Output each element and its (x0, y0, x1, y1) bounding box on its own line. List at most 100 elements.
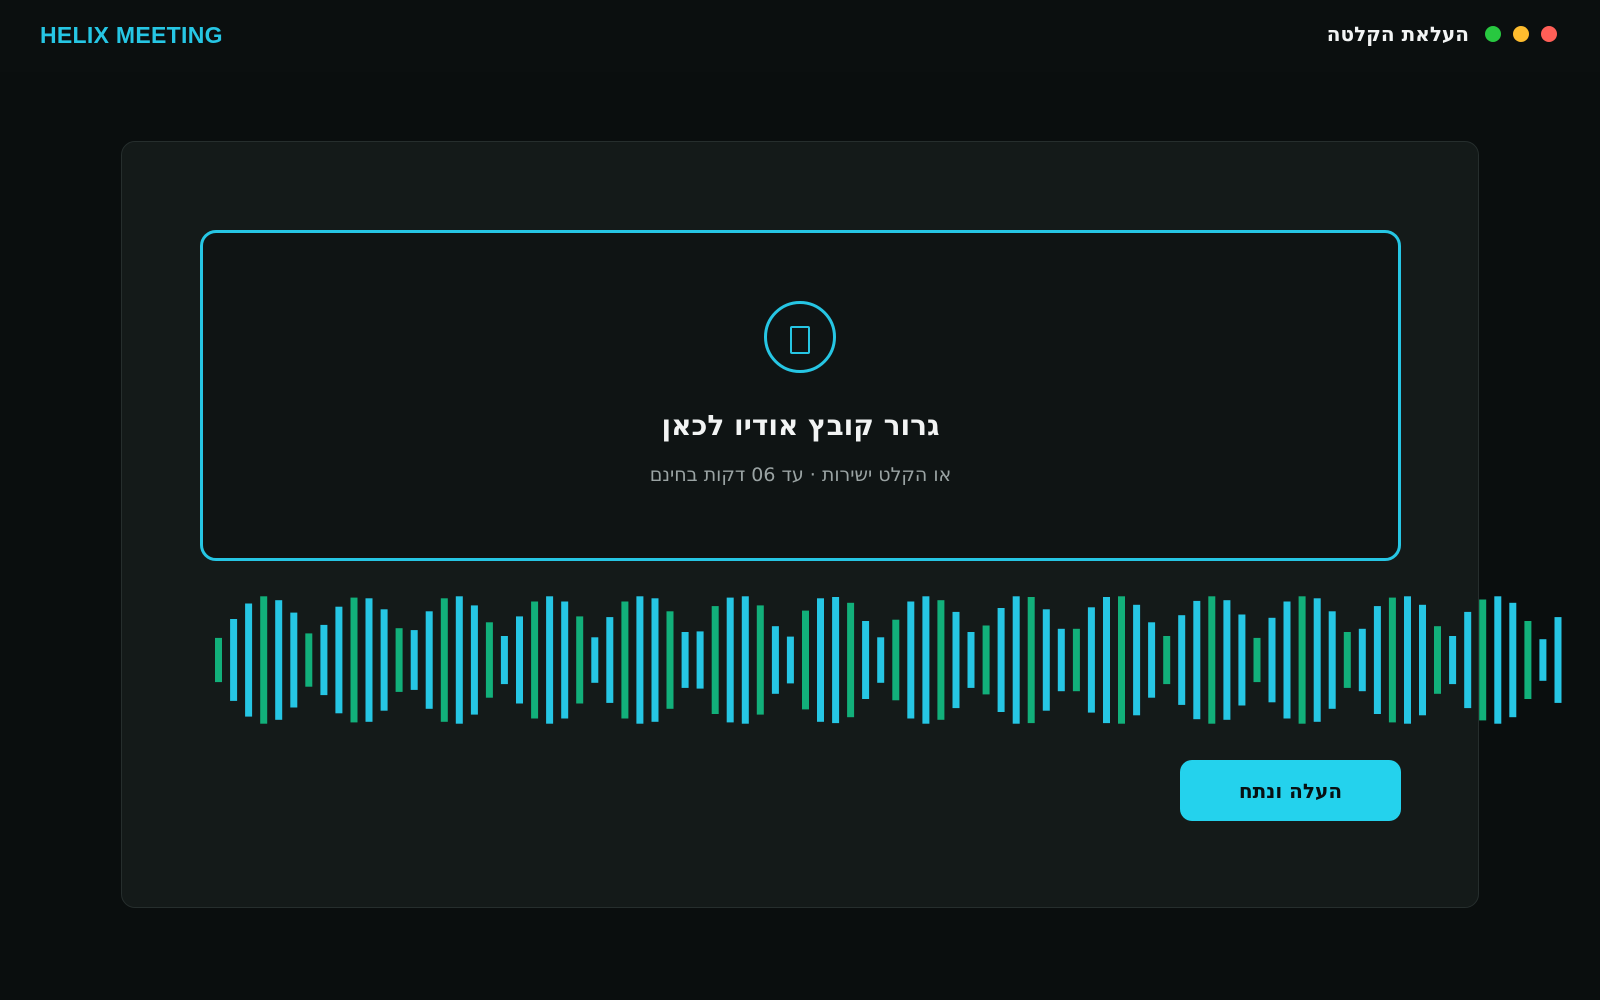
waveform-bar (531, 601, 539, 719)
waveform-bar (1554, 617, 1562, 703)
file-glyph-icon (790, 326, 810, 354)
waveform-bar (997, 608, 1005, 712)
waveform-bar (802, 610, 809, 710)
waveform-bar (576, 616, 584, 704)
waveform-bar (1388, 597, 1396, 723)
waveform-bar (215, 637, 222, 683)
waveform-bar (591, 637, 599, 683)
waveform-bar (1253, 637, 1261, 683)
maximize-button[interactable] (1485, 26, 1501, 42)
waveform-bar (1479, 599, 1487, 721)
waveform-bar (1449, 636, 1457, 685)
waveform-bar (666, 611, 674, 709)
waveform-bar (1298, 596, 1306, 724)
waveform-bar (832, 597, 840, 724)
waveform-bar (606, 617, 614, 703)
waveform-bar (365, 598, 373, 722)
waveform-bar (1163, 636, 1171, 685)
waveform-bar (621, 601, 629, 719)
waveform-bar (485, 622, 493, 698)
waveform-bar (1238, 614, 1246, 706)
waveform-bar (711, 606, 719, 714)
waveform-bar (350, 597, 358, 723)
waveform-bar (651, 598, 659, 722)
waveform-bar (862, 621, 870, 699)
waveform-bar (1208, 596, 1216, 724)
waveform-bar (1539, 639, 1547, 681)
waveform-bar (786, 636, 794, 684)
waveform-bar (455, 596, 463, 724)
waveform-bar (1283, 601, 1291, 719)
waveform-bar (500, 636, 508, 685)
waveform-bar (320, 624, 328, 696)
waveform-bar (260, 596, 268, 724)
waveform-bar (1042, 609, 1050, 711)
waveform-bar (1524, 621, 1532, 699)
waveform-bar (952, 611, 960, 709)
waveform-bar (1343, 632, 1351, 688)
waveform-bar (922, 596, 930, 724)
waveform-bar (741, 596, 749, 724)
waveform-bar (230, 619, 238, 701)
title-bar: HELIX MEETING העלאת הקלטה (0, 0, 1600, 72)
waveform-bar (1072, 628, 1080, 692)
waveform-bar (275, 600, 283, 720)
waveform-bar (440, 598, 448, 722)
waveform-bar (1313, 598, 1321, 722)
waveform-bar (470, 605, 478, 715)
waveform-bar (410, 630, 418, 690)
waveform-bar (1148, 622, 1156, 698)
waveform-bar (1464, 611, 1472, 709)
waveform-bar (937, 600, 945, 720)
waveform-bar (1419, 604, 1426, 716)
waveform-bar (1268, 617, 1276, 703)
waveform-bar (1057, 628, 1065, 692)
waveform-bar (907, 601, 915, 719)
waveform-bar (1404, 596, 1411, 724)
waveform-bar (335, 606, 343, 714)
window-title: העלאת הקלטה (1326, 22, 1469, 46)
upload-analyze-button[interactable]: העלה ונתח (1180, 760, 1401, 821)
waveform-bar (1193, 600, 1201, 720)
waveform-bar (380, 609, 388, 711)
close-button[interactable] (1541, 26, 1557, 42)
waveform-bar (847, 602, 855, 718)
window-title-group: העלאת הקלטה (1327, 22, 1557, 46)
dropzone-subtitle: או הקלט ישירות · עד 06 דקות בחינם (649, 464, 952, 486)
waveform-bar (756, 605, 764, 715)
waveform-bar (817, 598, 824, 722)
waveform-bar (1087, 607, 1095, 713)
waveform-bar (696, 631, 704, 689)
waveform-bar (1118, 596, 1125, 724)
audio-waveform (215, 596, 1562, 724)
waveform-bar (1494, 596, 1502, 724)
audio-dropzone[interactable]: גרור קובץ אודיו לכאן או הקלט ישירות · עד… (200, 230, 1401, 561)
waveform-bar (546, 596, 554, 724)
minimize-button[interactable] (1513, 26, 1529, 42)
dropzone-title: גרור קובץ אודיו לכאן (661, 409, 940, 442)
waveform-bar (290, 612, 298, 708)
waveform-bar (1358, 628, 1366, 692)
brand-logo: HELIX MEETING (40, 22, 223, 48)
waveform-bar (1178, 615, 1186, 705)
waveform-bar (1103, 597, 1110, 724)
waveform-bar (771, 626, 779, 694)
waveform-bar (1223, 600, 1231, 720)
waveform-bar (561, 601, 569, 719)
waveform-bar (1012, 596, 1020, 724)
waveform-bar (305, 633, 313, 687)
waveform-bar (1434, 626, 1441, 694)
waveform-bar (1373, 606, 1381, 714)
waveform-bar (395, 628, 403, 692)
waveform-bar (1328, 611, 1336, 709)
waveform-bar (425, 611, 433, 709)
waveform-bar (726, 597, 734, 723)
waveform-bar (245, 603, 253, 717)
waveform-bar (1509, 602, 1517, 718)
waveform-bar (877, 637, 885, 683)
waveform-bar (636, 596, 644, 724)
waveform-bar (516, 616, 523, 704)
waveform-bar (1027, 597, 1035, 724)
waveform-bar (1133, 604, 1141, 716)
waveform-bar (967, 632, 975, 688)
